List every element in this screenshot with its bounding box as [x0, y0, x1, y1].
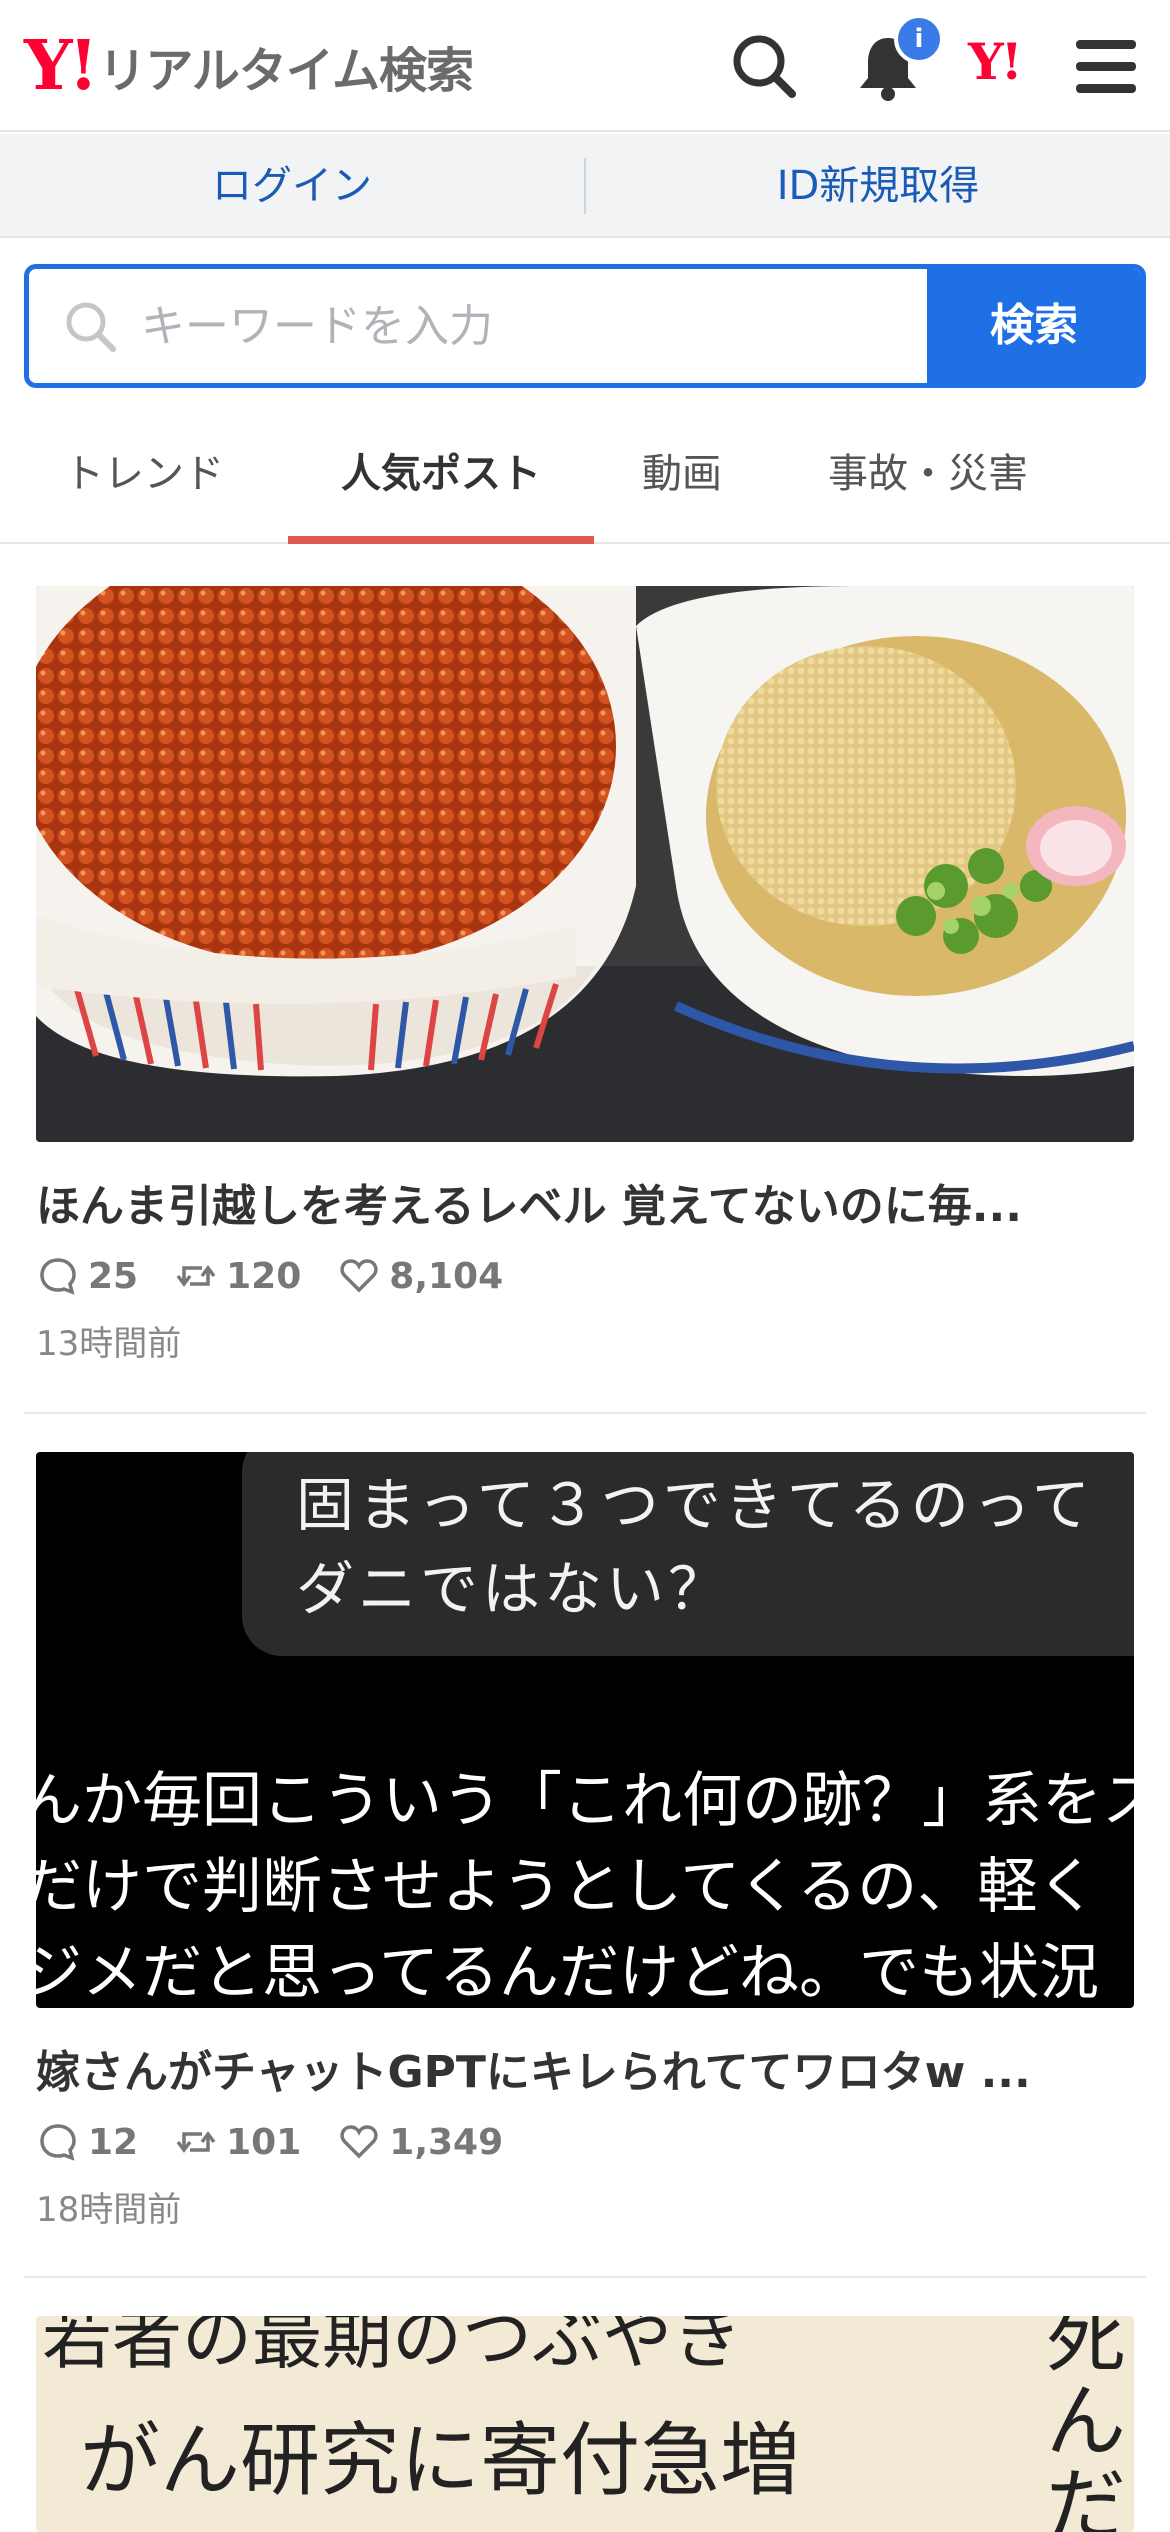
signup-link[interactable]: ID新規取得 — [586, 134, 1170, 238]
post-image[interactable]: 固まって３つできてるのって ダニではない？ んか毎回こういう「これ何の跡？」系を… — [36, 1452, 1134, 2008]
like-count[interactable]: 1,349 — [337, 2120, 503, 2164]
post-title[interactable]: 嫁さんがチャットGPTにキレられててワロタw ... — [36, 2036, 1134, 2100]
notification-badge: i — [894, 14, 944, 64]
post-title[interactable]: ほんま引越しを考えるレベル 覚えてないのに毎... — [36, 1170, 1134, 1234]
bubble-text-line: ダニではない？ — [296, 1555, 731, 1623]
post-stats: 25 120 8,104 — [36, 1248, 539, 1304]
reply-count[interactable]: 25 — [36, 1254, 138, 1298]
tab-video[interactable]: 動画 — [612, 404, 752, 544]
heart-icon — [340, 1259, 378, 1293]
post-time: 18時間前 — [36, 2190, 182, 2230]
search-input[interactable] — [141, 269, 941, 383]
caption-text-line: ジメだと思ってるんだけどね。でも状況 — [36, 1938, 1099, 2008]
category-tabs: トレンド 人気ポスト 動画 事故・災害 — [0, 404, 1170, 544]
active-tab-indicator — [288, 536, 594, 544]
post-card[interactable]: 若者の最期のつぶやき がん研究に寄付急増 死んだ — [36, 2316, 1134, 2532]
service-name: リアルタイム検索 — [98, 43, 474, 99]
yahoo-mark: Y! — [24, 26, 98, 106]
repost-count[interactable]: 120 — [174, 1254, 301, 1298]
image-headline: 若者の最期のつぶやき — [42, 2316, 742, 2379]
search-icon — [59, 295, 121, 357]
login-bar: ログイン ID新規取得 — [0, 134, 1170, 238]
like-count-value: 1,349 — [389, 2121, 504, 2163]
repost-icon — [176, 2131, 216, 2153]
repost-icon — [176, 1265, 216, 1287]
reply-count[interactable]: 12 — [36, 2120, 138, 2164]
tab-accident-disaster[interactable]: 事故・災害 — [800, 404, 1056, 544]
menu-icon[interactable] — [1066, 26, 1146, 106]
yahoo-logo-icon[interactable]: Y! — [968, 32, 1023, 91]
search-box: 検索 — [24, 264, 1146, 388]
divider — [24, 1412, 1146, 1414]
search-button[interactable]: 検索 — [927, 269, 1141, 383]
post-card[interactable]: 固まって３つできてるのって ダニではない？ んか毎回こういう「これ何の跡？」系を… — [36, 1452, 1134, 2232]
heart-icon — [340, 2125, 378, 2159]
repost-count[interactable]: 101 — [174, 2120, 301, 2164]
app-header: Y! リアルタイム検索 i Y! — [0, 0, 1170, 132]
reply-count-value: 12 — [88, 2121, 139, 2163]
caption-text-line: んか毎回こういう「これ何の跡？」系をス — [36, 1766, 1134, 1836]
like-count[interactable]: 8,104 — [337, 1254, 503, 1298]
post-image[interactable] — [36, 586, 1134, 1142]
repost-count-value: 120 — [226, 1255, 302, 1297]
bubble-text-line: 固まって３つできてるのって — [296, 1471, 1094, 1539]
post-card[interactable]: ほんま引越しを考えるレベル 覚えてないのに毎... 25 120 8,104 1… — [36, 586, 1134, 1366]
like-count-value: 8,104 — [389, 1255, 504, 1297]
post-image[interactable]: 若者の最期のつぶやき がん研究に寄付急増 死んだ — [36, 2316, 1134, 2532]
tab-trend[interactable]: トレンド — [44, 404, 244, 544]
yahoo-realtime-logo[interactable]: Y! リアルタイム検索 — [24, 26, 474, 106]
reply-icon — [40, 2124, 76, 2161]
image-side-text: 死んだ — [1046, 2316, 1126, 2532]
search-icon[interactable] — [724, 26, 804, 106]
post-time: 13時間前 — [36, 1324, 182, 1364]
caption-text-line: だけで判断させようとしてくるの、軽く — [36, 1852, 1098, 1922]
reply-count-value: 25 — [88, 1255, 139, 1297]
post-stats: 12 101 1,349 — [36, 2114, 539, 2170]
tab-popular-posts[interactable]: 人気ポスト — [288, 404, 594, 544]
reply-icon — [40, 1258, 76, 1295]
login-link[interactable]: ログイン — [0, 134, 584, 238]
image-headline: がん研究に寄付急増 — [80, 2414, 800, 2507]
repost-count-value: 101 — [226, 2121, 302, 2163]
divider — [24, 2276, 1146, 2278]
